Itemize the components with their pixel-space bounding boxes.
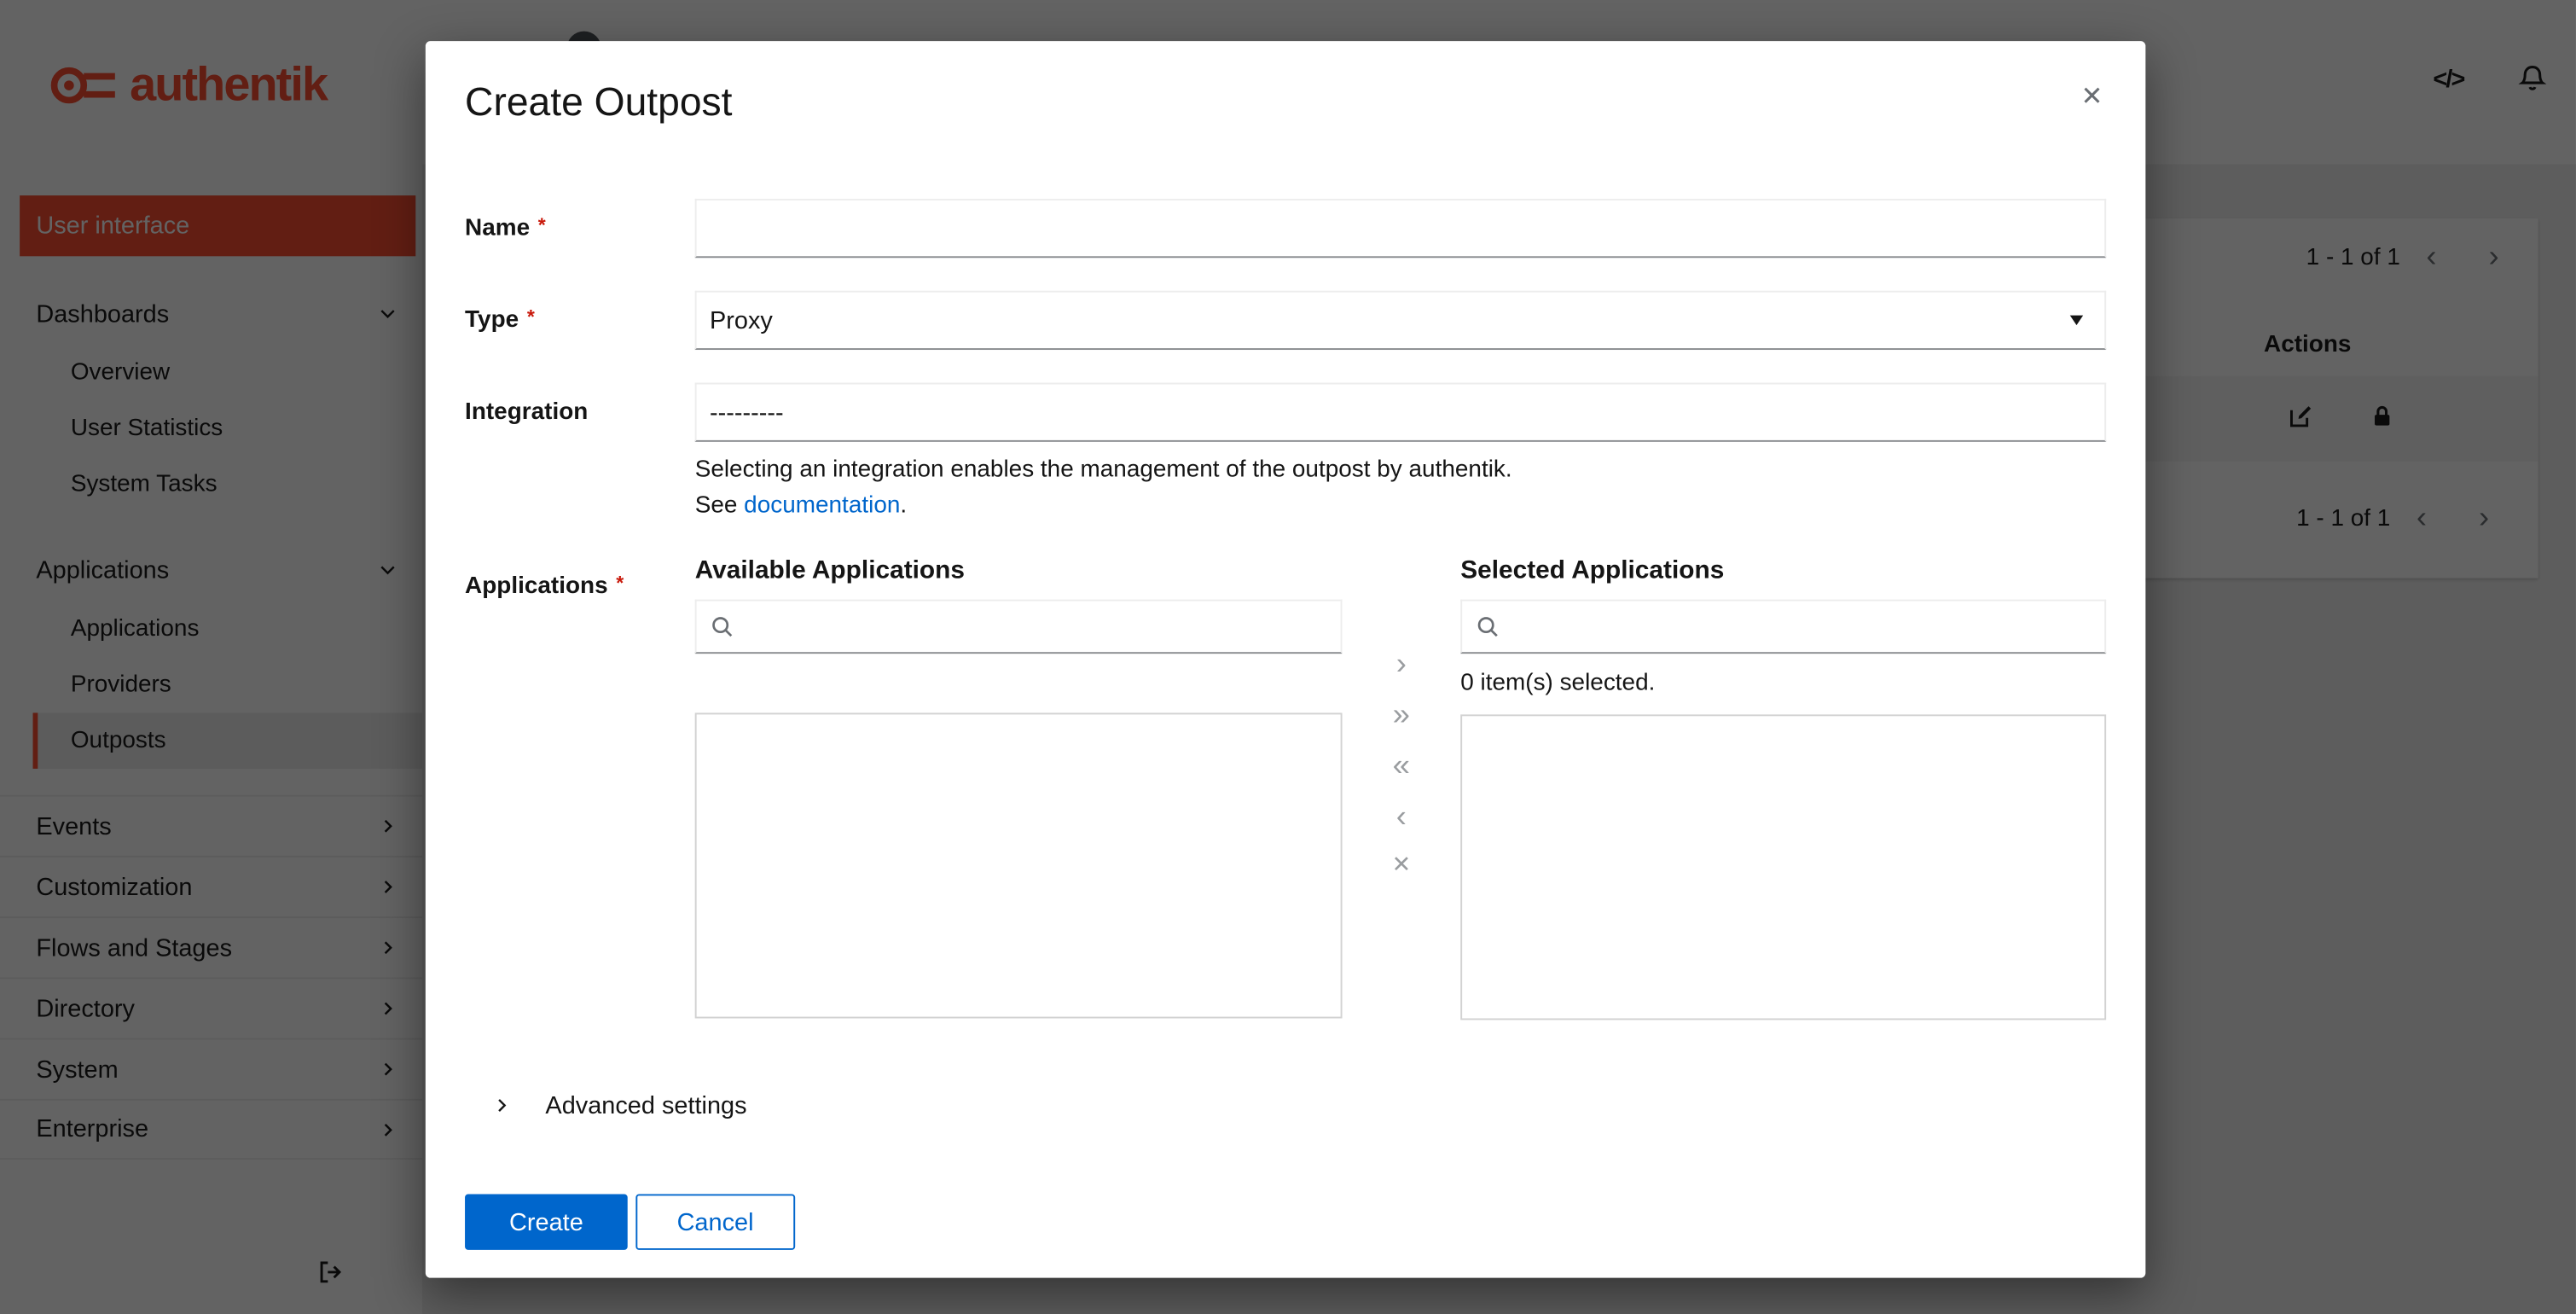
integration-help-line1: Selecting an integration enables the man…: [694, 456, 1512, 483]
create-button[interactable]: Create: [465, 1194, 628, 1250]
name-label: Name *: [465, 199, 695, 258]
integration-select-value: ---------: [710, 398, 784, 427]
search-icon: [712, 617, 733, 637]
create-outpost-form: Name * Type * Proxy Integration --------…: [465, 198, 2107, 1020]
select-caret-icon: [2069, 315, 2084, 326]
screen: </> authentik User interface: [0, 0, 2576, 1314]
name-control: [694, 198, 2107, 259]
integration-label-text: Integration: [465, 398, 589, 426]
transfer-controls: › » « ‹ ✕: [1343, 557, 1461, 1020]
available-search: [694, 599, 1343, 654]
available-pane: Available Applications: [694, 556, 1343, 1020]
name-input[interactable]: [694, 198, 2107, 259]
type-select[interactable]: Proxy: [694, 290, 2107, 351]
integration-select[interactable]: ---------: [694, 382, 2107, 442]
integration-help-line2: See documentation.: [695, 488, 2106, 524]
dual-list-selector: Available Applications › » « ‹ ✕ Selecte…: [694, 556, 2107, 1020]
add-selected-icon[interactable]: ›: [1396, 648, 1407, 680]
advanced-settings-label: Advanced settings: [545, 1091, 747, 1119]
selected-search: [1460, 599, 2107, 654]
applications-label-text: Applications: [465, 573, 608, 600]
clear-selection-icon[interactable]: ✕: [1392, 852, 1412, 875]
selected-pane: Selected Applications 0 item(s) selected…: [1460, 556, 2107, 1020]
name-label-text: Name: [465, 215, 531, 241]
selected-applications-list[interactable]: [1460, 714, 2107, 1020]
create-outpost-modal: ✕ Create Outpost Name * Type * Proxy Int…: [425, 41, 2146, 1278]
remove-selected-icon[interactable]: ‹: [1396, 801, 1407, 833]
type-label-text: Type: [465, 306, 519, 334]
type-control: Proxy: [694, 290, 2107, 351]
applications-label: Applications *: [465, 557, 695, 1020]
search-icon: [1477, 617, 1498, 637]
selected-count: 0 item(s) selected.: [1460, 670, 1656, 697]
modal-footer: Create Cancel: [465, 1194, 2106, 1250]
chevron-right-icon: [498, 1099, 507, 1112]
help-period: .: [900, 492, 908, 520]
documentation-link[interactable]: documentation: [744, 493, 900, 520]
available-pane-title: Available Applications: [694, 556, 966, 585]
type-select-value: Proxy: [710, 306, 773, 334]
integration-help: Selecting an integration enables the man…: [695, 451, 2106, 524]
selected-pane-title: Selected Applications: [1460, 556, 1725, 585]
required-asterisk: *: [537, 213, 546, 237]
add-all-icon[interactable]: »: [1393, 700, 1410, 731]
integration-control: --------- Selecting an integration enabl…: [694, 382, 2107, 525]
help-see-text: See: [694, 492, 745, 520]
applications-control: Available Applications › » « ‹ ✕ Selecte…: [694, 556, 2107, 1020]
modal-title: Create Outpost: [465, 80, 733, 125]
selected-search-input[interactable]: [1511, 601, 2092, 653]
cancel-button[interactable]: Cancel: [635, 1194, 795, 1250]
close-icon[interactable]: ✕: [2080, 84, 2103, 112]
remove-all-icon[interactable]: «: [1393, 751, 1410, 782]
available-applications-list[interactable]: [694, 712, 1343, 1019]
type-label: Type *: [465, 291, 695, 350]
integration-label: Integration: [465, 383, 695, 525]
required-asterisk: *: [526, 305, 535, 328]
advanced-settings-toggle[interactable]: Advanced settings: [465, 1085, 2106, 1125]
required-asterisk: *: [616, 571, 624, 595]
available-search-input[interactable]: [746, 601, 1328, 653]
